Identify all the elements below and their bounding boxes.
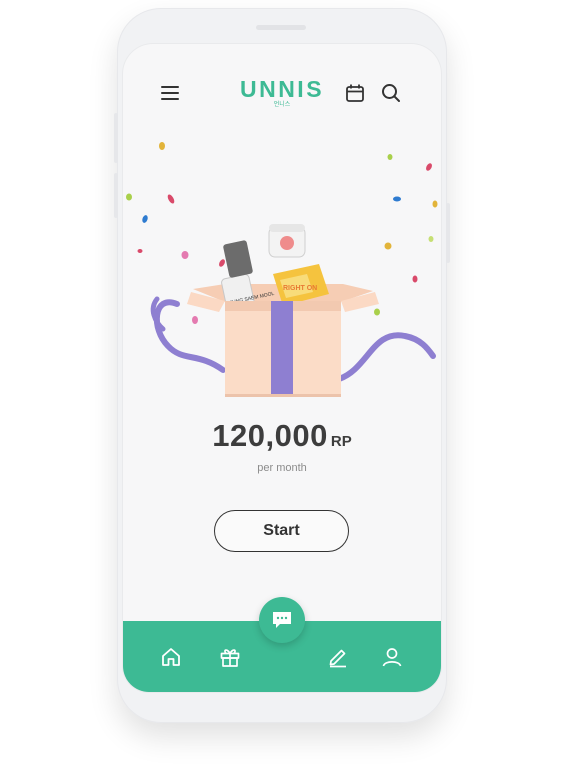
search-icon[interactable]	[378, 80, 404, 106]
price-value: 120,000	[212, 418, 328, 453]
user-icon[interactable]	[379, 644, 405, 670]
price-display: 120,000 RP	[123, 418, 441, 454]
phone-side-button-right	[446, 203, 450, 263]
calendar-icon[interactable]	[342, 80, 368, 106]
phone-speaker	[256, 25, 306, 30]
price-period: per month	[257, 462, 307, 474]
phone-side-button-left-2	[114, 173, 118, 218]
phone-frame: UNNIS 언니스 JUNG SAEM MOOL RIGHT ON 120,00…	[114, 8, 450, 723]
edit-icon[interactable]	[325, 644, 351, 670]
phone-side-button-left	[114, 113, 118, 163]
box-product-text: RIGHT ON	[283, 285, 317, 292]
cream-jar	[268, 224, 306, 258]
chat-icon[interactable]	[259, 597, 305, 643]
gift-icon[interactable]	[217, 644, 243, 670]
start-button[interactable]: Start	[214, 510, 349, 552]
price-currency: RP	[330, 433, 352, 450]
app-screen: UNNIS 언니스 JUNG SAEM MOOL RIGHT ON 120,00…	[123, 44, 441, 692]
gift-box-illustration: JUNG SAEM MOOL RIGHT ON	[126, 142, 438, 397]
home-icon[interactable]	[158, 644, 184, 670]
